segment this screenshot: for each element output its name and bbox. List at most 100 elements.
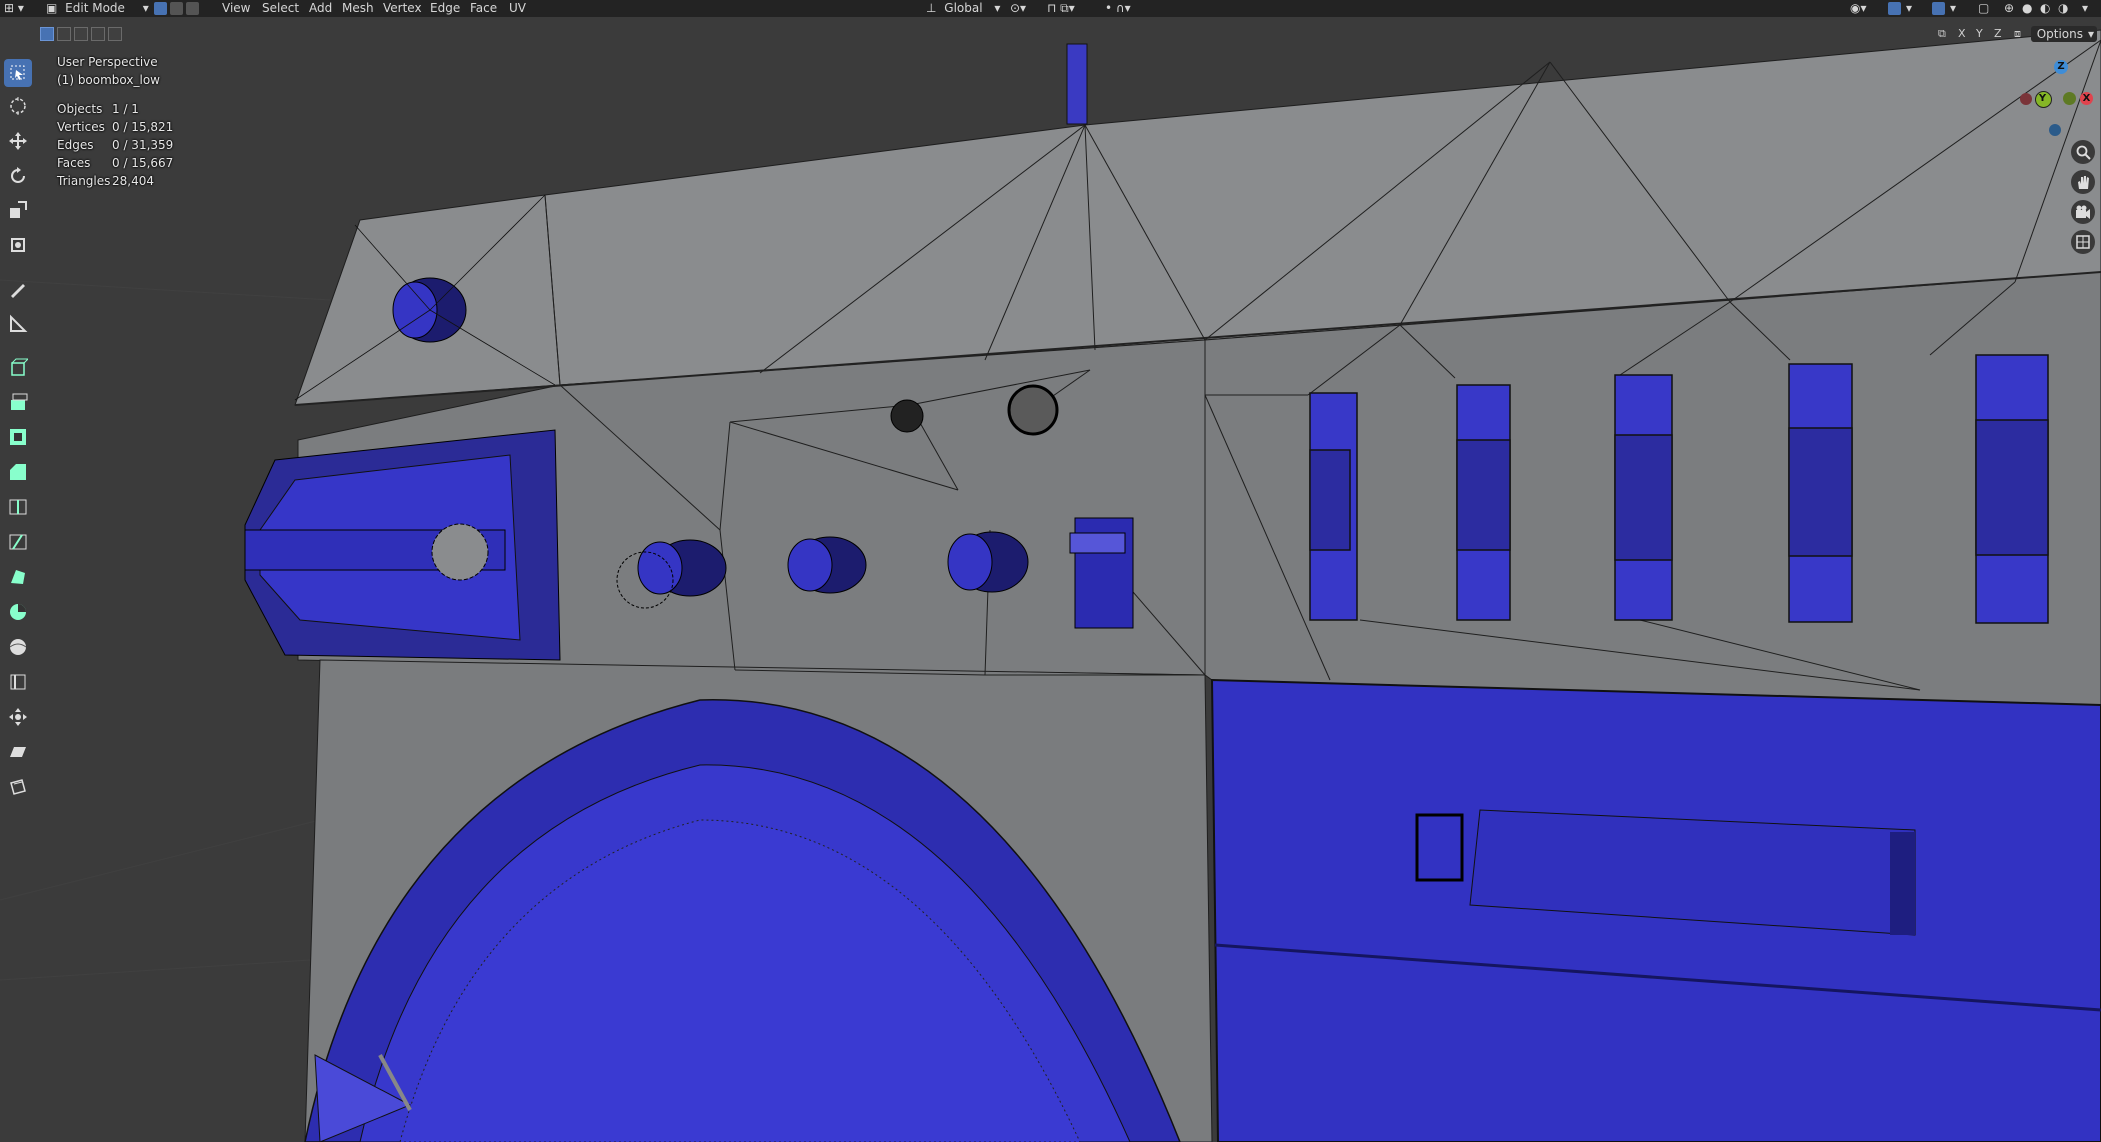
stat-label-triangles: Triangles bbox=[57, 174, 111, 188]
tool-cursor[interactable] bbox=[4, 92, 32, 120]
tool-annotate[interactable] bbox=[4, 275, 32, 303]
auto-merge-icon[interactable]: ⧈ bbox=[2014, 27, 2021, 41]
stat-value-edges: 0 / 31,359 bbox=[112, 138, 174, 152]
tool-edge-slide[interactable] bbox=[4, 668, 32, 696]
spin-icon bbox=[10, 604, 26, 620]
menu-vertex[interactable]: Vertex bbox=[383, 0, 422, 17]
tool-shear[interactable] bbox=[4, 738, 32, 766]
gizmo-dropdown-icon[interactable]: ▾ bbox=[1906, 0, 1912, 17]
rendered-shading-icon[interactable]: ◑ bbox=[2058, 0, 2068, 17]
pivot-point-icon[interactable]: ⊙▾ bbox=[1010, 0, 1026, 17]
stat-value-objects: 1 / 1 bbox=[112, 102, 139, 116]
gizmo-y-label: Y bbox=[2038, 93, 2047, 104]
tool-knife[interactable] bbox=[4, 528, 32, 556]
mode-dropdown[interactable]: ▣ Edit Mode ▾ bbox=[40, 0, 155, 17]
tool-select-box[interactable] bbox=[4, 59, 32, 87]
tool-poly-build[interactable] bbox=[4, 563, 32, 591]
ortho-toggle-button[interactable] bbox=[2071, 230, 2095, 254]
tool-shelf bbox=[0, 55, 36, 815]
tool-add-cube[interactable] bbox=[4, 353, 32, 381]
edge-select-mode-button[interactable] bbox=[170, 2, 183, 15]
object-name: (1) boombox_low bbox=[57, 73, 160, 87]
solid-shading-icon[interactable]: ● bbox=[2022, 0, 2032, 17]
proportional-editing-icon[interactable]: • ∩▾ bbox=[1105, 0, 1131, 17]
transform-orientation-dropdown[interactable]: ⊥ Global ▾ bbox=[926, 0, 1000, 17]
gizmo-toggle-button[interactable] bbox=[1888, 2, 1901, 15]
menu-view[interactable]: View bbox=[222, 0, 250, 17]
viewport-header: ⊞ ▾ ▣ Edit Mode ▾ View Select Add Mesh V… bbox=[0, 0, 2101, 17]
edit-mode-icon: ▣ bbox=[46, 1, 58, 15]
gizmo-z-negative[interactable] bbox=[2049, 124, 2061, 136]
menu-mesh[interactable]: Mesh bbox=[342, 0, 374, 17]
mirror-x-toggle[interactable]: X bbox=[1958, 27, 1966, 40]
tool-rip-region[interactable] bbox=[4, 773, 32, 801]
options-label: Options bbox=[2036, 27, 2083, 41]
tool-extrude-region[interactable] bbox=[4, 388, 32, 416]
gizmo-x-negative[interactable] bbox=[2020, 93, 2032, 105]
camera-icon bbox=[2076, 205, 2090, 219]
move-icon bbox=[9, 132, 27, 150]
tool-shrink-fatten[interactable] bbox=[4, 703, 32, 731]
snap-icon[interactable]: ⊓ ⧉▾ bbox=[1047, 0, 1075, 17]
select-subtract-button[interactable] bbox=[74, 27, 88, 41]
viewport-3d[interactable] bbox=[0, 0, 2101, 1142]
tool-rotate[interactable] bbox=[4, 162, 32, 190]
measure-icon bbox=[10, 314, 28, 332]
cursor-icon bbox=[10, 97, 26, 115]
select-new-button[interactable] bbox=[40, 27, 54, 41]
stat-label-vertices: Vertices bbox=[57, 120, 105, 134]
mirror-z-toggle[interactable]: Z bbox=[1994, 27, 2002, 40]
shear-icon bbox=[10, 747, 26, 757]
tool-loop-cut[interactable] bbox=[4, 493, 32, 521]
visibility-icon[interactable]: ◉▾ bbox=[1850, 0, 1867, 17]
editor-type-icon[interactable]: ⊞ ▾ bbox=[4, 0, 24, 17]
overlays-dropdown-icon[interactable]: ▾ bbox=[1950, 0, 1956, 17]
menu-add[interactable]: Add bbox=[309, 0, 332, 17]
xray-toggle-icon[interactable]: ▢ bbox=[1978, 0, 1989, 17]
mirror-icon: ⧉ bbox=[1938, 27, 1946, 40]
bevel-icon bbox=[10, 464, 26, 480]
select-difference-button[interactable] bbox=[91, 27, 105, 41]
hand-pan-icon bbox=[2078, 176, 2089, 189]
camera-view-button[interactable] bbox=[2071, 200, 2095, 224]
orientation-label: Global bbox=[944, 1, 983, 15]
menu-face[interactable]: Face bbox=[470, 0, 497, 17]
view-name: User Perspective bbox=[57, 55, 158, 69]
rip-icon bbox=[10, 779, 26, 795]
select-box-icon bbox=[10, 65, 25, 80]
inset-icon bbox=[10, 429, 26, 445]
tool-smooth[interactable] bbox=[4, 633, 32, 661]
face-select-mode-button[interactable] bbox=[186, 2, 199, 15]
gizmo-y-negative[interactable] bbox=[2063, 92, 2076, 105]
smooth-icon bbox=[9, 639, 27, 655]
rotate-icon bbox=[11, 167, 25, 183]
chevron-down-icon: ▾ bbox=[142, 1, 149, 15]
tool-inset-faces[interactable] bbox=[4, 423, 32, 451]
navigation-gizmo[interactable]: Z Y X bbox=[2010, 56, 2100, 136]
tool-transform[interactable] bbox=[4, 231, 32, 259]
tool-bevel[interactable] bbox=[4, 458, 32, 486]
tool-spin[interactable] bbox=[4, 598, 32, 626]
overlays-toggle-button[interactable] bbox=[1932, 2, 1945, 15]
tool-measure[interactable] bbox=[4, 310, 32, 338]
shading-dropdown-icon[interactable]: ▾ bbox=[2082, 0, 2088, 17]
knife-icon bbox=[9, 534, 27, 550]
wireframe-shading-icon[interactable]: ⊕ bbox=[2004, 0, 2014, 17]
select-intersect-button[interactable] bbox=[108, 27, 122, 41]
edge-slide-icon bbox=[10, 674, 26, 690]
tool-move[interactable] bbox=[4, 127, 32, 155]
menu-uv[interactable]: UV bbox=[509, 0, 526, 17]
menu-edge[interactable]: Edge bbox=[430, 0, 460, 17]
vertex-select-mode-button[interactable] bbox=[154, 2, 167, 15]
zoom-button[interactable] bbox=[2071, 140, 2095, 164]
gizmo-x-label: X bbox=[2082, 93, 2091, 104]
pan-button[interactable] bbox=[2071, 170, 2095, 194]
mirror-y-toggle[interactable]: Y bbox=[1976, 27, 1983, 40]
stat-label-objects: Objects bbox=[57, 102, 103, 116]
material-shading-icon[interactable]: ◐ bbox=[2040, 0, 2050, 17]
options-dropdown[interactable]: Options ▾ bbox=[2030, 26, 2097, 42]
chevron-down-icon: ▾ bbox=[2087, 27, 2094, 41]
menu-select[interactable]: Select bbox=[262, 0, 299, 17]
tool-scale[interactable] bbox=[4, 196, 32, 224]
select-extend-button[interactable] bbox=[57, 27, 71, 41]
